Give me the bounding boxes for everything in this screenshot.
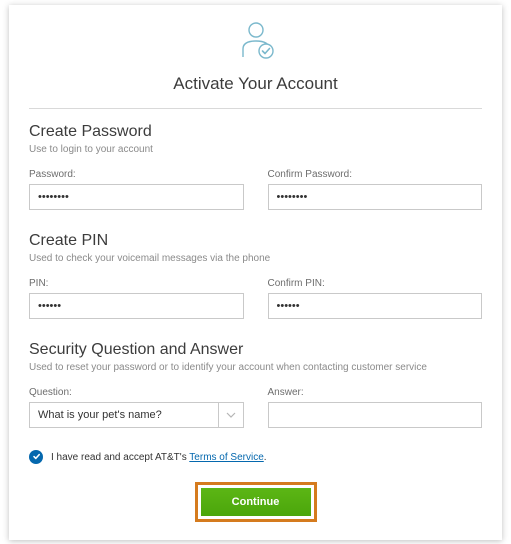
page-title: Activate Your Account [29, 74, 482, 108]
header-icon-wrap [29, 15, 482, 74]
confirm-password-label: Confirm Password: [268, 169, 483, 180]
pin-input[interactable] [29, 293, 244, 319]
password-label: Password: [29, 169, 244, 180]
continue-button[interactable]: Continue [201, 488, 311, 516]
user-check-icon [234, 19, 278, 64]
section-sub-pin: Used to check your voicemail messages vi… [29, 253, 482, 264]
question-label: Question: [29, 387, 244, 398]
tos-link[interactable]: Terms of Service [189, 452, 263, 463]
password-row: Password: Confirm Password: [29, 169, 482, 210]
pin-row: PIN: Confirm PIN: [29, 278, 482, 319]
tos-prefix: I have read and accept AT&T's [51, 452, 189, 463]
tos-checkbox[interactable] [29, 450, 43, 464]
section-title-pin: Create PIN [29, 232, 482, 250]
answer-label: Answer: [268, 387, 483, 398]
section-sub-password: Use to login to your account [29, 144, 482, 155]
continue-highlight: Continue [195, 482, 317, 522]
section-title-password: Create Password [29, 123, 482, 141]
section-title-security: Security Question and Answer [29, 341, 482, 359]
pin-label: PIN: [29, 278, 244, 289]
tos-suffix: . [264, 452, 267, 463]
activation-card: Activate Your Account Create Password Us… [9, 5, 502, 540]
confirm-pin-label: Confirm PIN: [268, 278, 483, 289]
security-row: Question: What is your pet's name? Answe… [29, 387, 482, 428]
tos-row: I have read and accept AT&T's Terms of S… [29, 450, 482, 464]
chevron-down-icon [218, 402, 244, 428]
section-sub-security: Used to reset your password or to identi… [29, 362, 482, 373]
checkmark-icon [32, 448, 41, 466]
question-select-value: What is your pet's name? [29, 402, 244, 428]
button-row: Continue [29, 482, 482, 522]
password-input[interactable] [29, 184, 244, 210]
answer-input[interactable] [268, 402, 483, 428]
confirm-pin-input[interactable] [268, 293, 483, 319]
question-select[interactable]: What is your pet's name? [29, 402, 244, 428]
tos-text: I have read and accept AT&T's Terms of S… [51, 452, 267, 463]
confirm-password-input[interactable] [268, 184, 483, 210]
divider [29, 108, 482, 109]
